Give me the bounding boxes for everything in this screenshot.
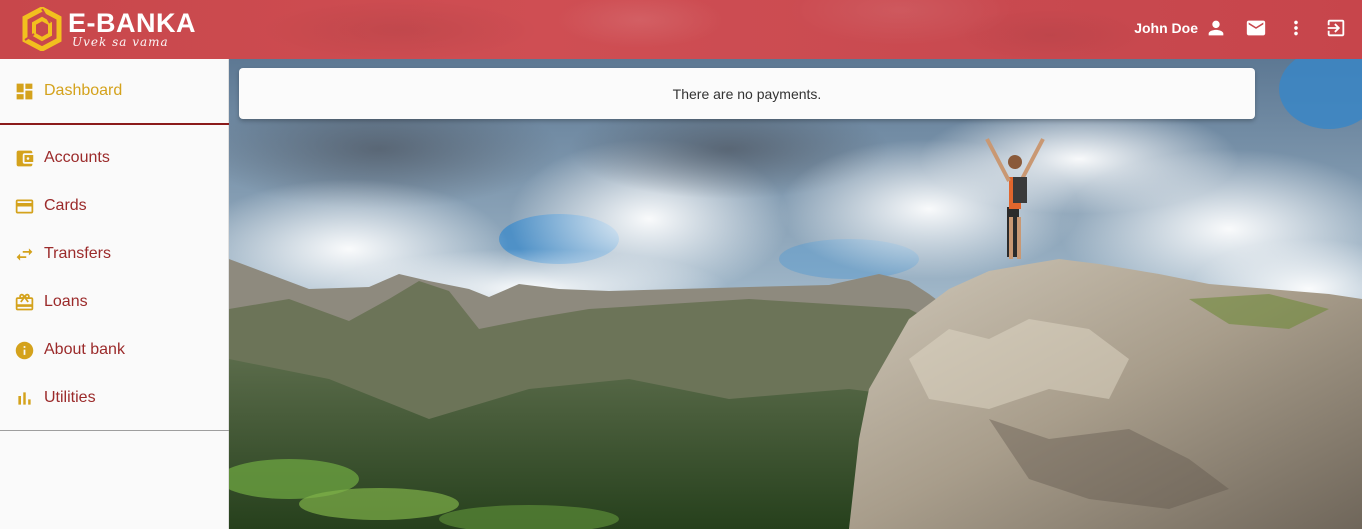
bar-chart-icon <box>13 387 35 409</box>
person-icon[interactable] <box>1204 16 1228 40</box>
brand[interactable]: E-BANKA Uvek sa vama <box>22 4 208 54</box>
sidebar-item-label: Loans <box>44 293 88 310</box>
sidebar-item-label: Transfers <box>44 245 111 262</box>
gift-card-icon <box>13 291 35 313</box>
credit-card-icon <box>13 195 35 217</box>
payments-notice-card: There are no payments. <box>239 68 1255 119</box>
sidebar-divider-bottom <box>0 430 229 431</box>
app-header: E-BANKA Uvek sa vama John Doe <box>0 0 1362 59</box>
sidebar-item-utilities[interactable]: Utilities <box>0 374 228 422</box>
sidebar-item-label: Cards <box>44 197 87 214</box>
sidebar-item-transfers[interactable]: Transfers <box>0 230 228 278</box>
sidebar-item-label: About bank <box>44 341 125 358</box>
mail-icon[interactable] <box>1244 16 1268 40</box>
logout-icon[interactable] <box>1324 16 1348 40</box>
sidebar-menu: Accounts Cards Transfers Loans About ban… <box>0 125 228 422</box>
sidebar-item-label: Dashboard <box>44 82 123 99</box>
sidebar-item-accounts[interactable]: Accounts <box>0 134 228 182</box>
header-actions: John Doe <box>1134 0 1348 56</box>
dashboard-icon <box>13 80 35 102</box>
swap-arrows-icon <box>13 243 35 265</box>
more-vert-icon[interactable] <box>1284 16 1308 40</box>
main-content: There are no payments. <box>229 59 1362 529</box>
sidebar-item-label: Accounts <box>44 149 110 166</box>
info-icon <box>13 339 35 361</box>
notice-text: There are no payments. <box>672 85 822 102</box>
mountain-hero-image <box>229 59 1362 529</box>
wallet-icon <box>13 147 35 169</box>
sidebar-item-cards[interactable]: Cards <box>0 182 228 230</box>
bank-logo-icon <box>22 7 62 51</box>
sidebar-item-loans[interactable]: Loans <box>0 278 228 326</box>
sidebar: Dashboard Accounts Cards Transfers Loans… <box>0 59 229 529</box>
sidebar-item-label: Utilities <box>44 389 96 406</box>
user-name[interactable]: John Doe <box>1134 20 1198 36</box>
sidebar-item-about-bank[interactable]: About bank <box>0 326 228 374</box>
sidebar-item-dashboard[interactable]: Dashboard <box>0 59 228 123</box>
brand-slogan: Uvek sa vama <box>72 35 169 49</box>
